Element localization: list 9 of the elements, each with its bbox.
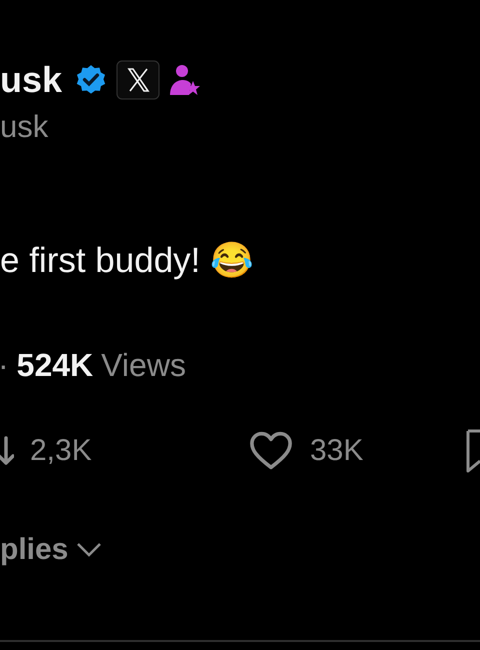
action-count: 2,3K — [30, 436, 92, 466]
action-count: 33K — [310, 436, 364, 466]
replies-sort-button[interactable]: plies — [0, 534, 102, 564]
separator-dot: · — [0, 348, 9, 380]
views-count: 524K — [16, 348, 94, 380]
author-handle: usk — [0, 108, 48, 146]
tweet-text: e first buddy! 😂 — [0, 240, 254, 282]
author-name: usk — [0, 62, 62, 98]
views-label: Views — [101, 348, 186, 380]
